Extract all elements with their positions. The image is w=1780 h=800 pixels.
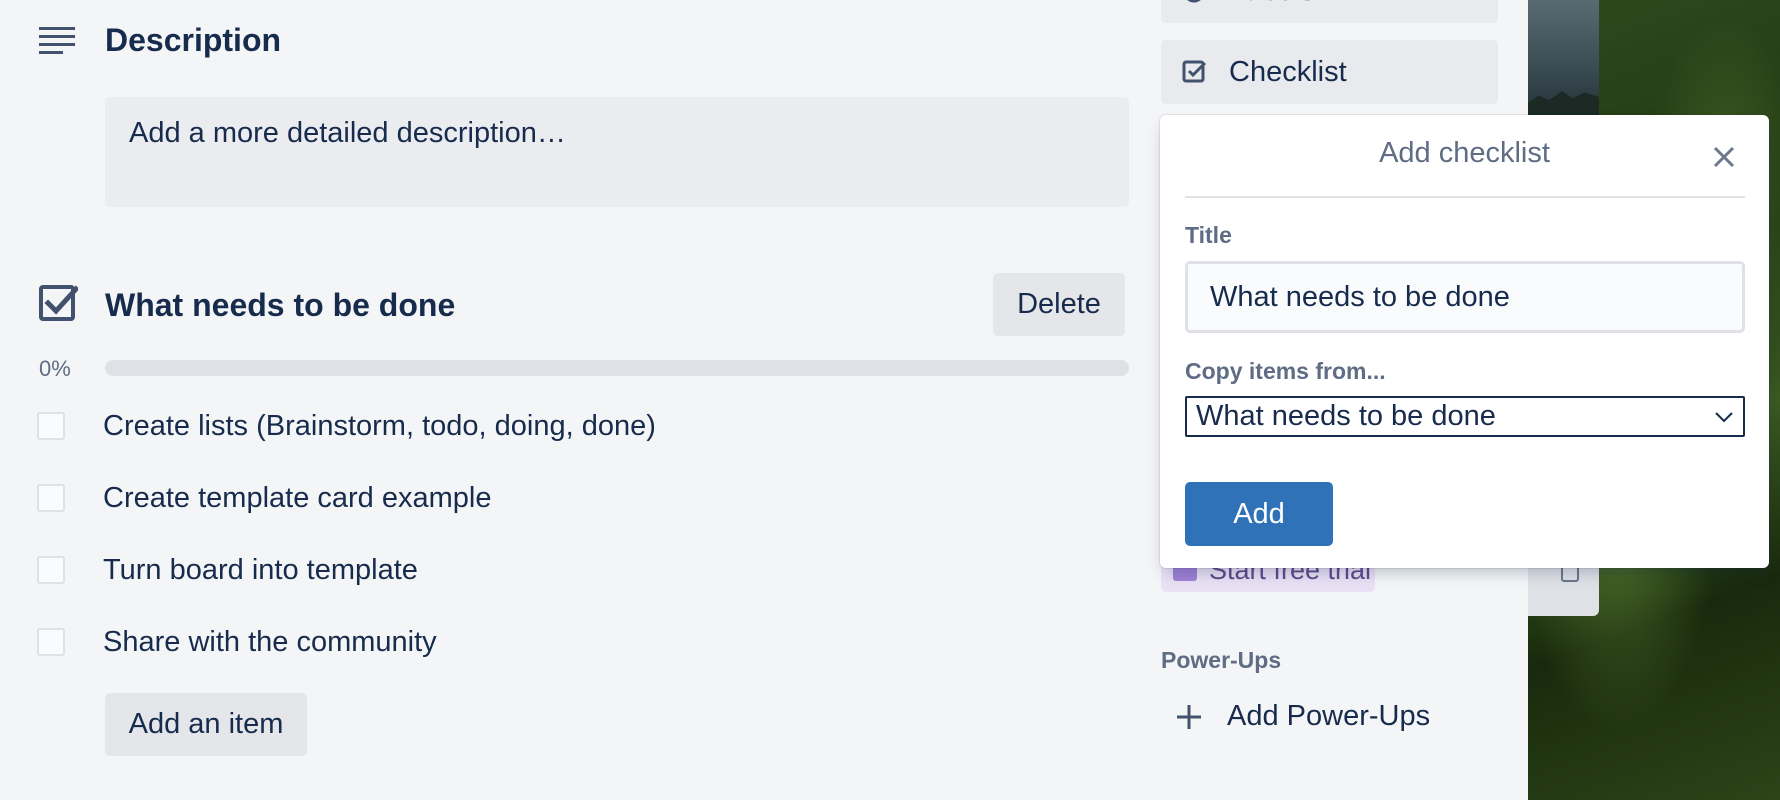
checklist-item-text[interactable]: Create lists (Brainstorm, todo, doing, d… <box>103 410 656 443</box>
chevron-down-icon <box>1715 411 1733 422</box>
popover-title: Add checklist <box>1379 137 1550 169</box>
copy-items-select[interactable]: What needs to be done <box>1185 396 1745 437</box>
delete-checklist-button[interactable]: Delete <box>993 273 1125 336</box>
labels-button-label: Labels <box>1229 0 1314 8</box>
checklist-item[interactable]: Turn board into template <box>37 550 418 590</box>
copy-items-label: Copy items from... <box>1185 358 1386 384</box>
checklist-item-text[interactable]: Share with the community <box>103 626 437 659</box>
checklist-button[interactable]: Checklist <box>1161 40 1498 104</box>
labels-button[interactable]: Labels <box>1161 0 1498 23</box>
description-placeholder: Add a more detailed description… <box>129 117 566 149</box>
checklist-progress-percent: 0% <box>39 356 71 381</box>
add-checklist-popover: Add checklist Title Copy items from... W… <box>1160 115 1769 568</box>
copy-items-selected-value: What needs to be done <box>1196 400 1496 432</box>
add-powerups-label: Add Power-Ups <box>1227 700 1431 732</box>
checklist-item[interactable]: Create lists (Brainstorm, todo, doing, d… <box>37 406 656 446</box>
title-field-label: Title <box>1185 222 1232 248</box>
checklist-small-icon <box>1182 60 1207 83</box>
description-editor[interactable]: Add a more detailed description… <box>105 97 1129 207</box>
checklist-item-text[interactable]: Turn board into template <box>103 554 418 587</box>
checklist-item[interactable]: Share with the community <box>37 622 437 662</box>
card-cover-image <box>1528 0 1599 115</box>
checklist-title[interactable]: What needs to be done <box>105 287 455 324</box>
add-checklist-item-button[interactable]: Add an item <box>105 693 307 756</box>
description-icon <box>39 27 75 54</box>
add-checklist-button[interactable]: Add <box>1185 482 1333 546</box>
checklist-item-checkbox[interactable] <box>37 556 65 584</box>
checklist-item[interactable]: Create template card example <box>37 478 491 518</box>
checklist-icon <box>39 285 78 321</box>
powerups-heading: Power-Ups <box>1161 647 1282 673</box>
checklist-item-text[interactable]: Create template card example <box>103 482 491 515</box>
checklist-button-label: Checklist <box>1229 55 1347 88</box>
add-powerups-button[interactable]: Add Power-Ups <box>1175 700 1430 733</box>
checklist-item-checkbox[interactable] <box>37 484 65 512</box>
checklist-item-checkbox[interactable] <box>37 412 65 440</box>
checklist-progress-bar <box>105 360 1129 376</box>
checklist-title-input[interactable] <box>1185 261 1745 333</box>
plus-icon <box>1177 704 1201 729</box>
close-icon[interactable] <box>1708 141 1740 173</box>
popover-divider <box>1185 196 1745 198</box>
description-heading: Description <box>105 22 282 58</box>
label-icon <box>1187 0 1201 2</box>
checklist-item-checkbox[interactable] <box>37 628 65 656</box>
